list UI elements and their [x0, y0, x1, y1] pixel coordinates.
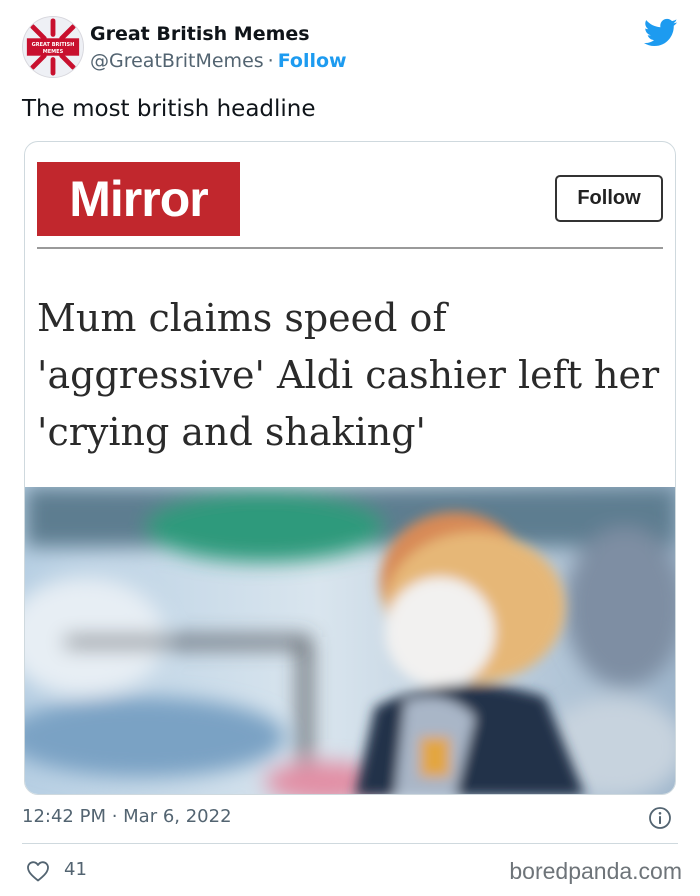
svg-text:MEMES: MEMES: [43, 49, 64, 55]
twitter-bird-icon[interactable]: [644, 18, 678, 48]
tweet-text: The most british headline: [22, 96, 316, 122]
embedded-article-card[interactable]: Mirror Follow Mum claims speed of 'aggre…: [24, 141, 676, 795]
info-icon[interactable]: [648, 806, 672, 830]
separator-dot: ·: [267, 50, 274, 72]
article-headline: Mum claims speed of 'aggressive' Aldi ca…: [37, 290, 667, 461]
display-name[interactable]: Great British Memes: [90, 23, 310, 45]
divider: [37, 247, 663, 249]
handle-row: @GreatBritMemes · Follow: [90, 50, 347, 72]
headline-line: 'aggressive' Aldi cashier left her: [37, 353, 660, 397]
headline-line: Mum claims speed of: [37, 296, 447, 340]
article-photo: [25, 487, 675, 794]
watermark: boredpanda.com: [509, 858, 682, 884]
heart-icon[interactable]: [26, 860, 50, 882]
svg-text:GREAT BRITISH: GREAT BRITISH: [32, 42, 75, 48]
mirror-follow-button[interactable]: Follow: [555, 175, 663, 222]
divider: [22, 843, 678, 844]
mirror-logo: Mirror: [37, 162, 240, 236]
like-count: 41: [64, 859, 87, 880]
user-handle[interactable]: @GreatBritMemes: [90, 50, 264, 72]
mirror-logo-text: Mirror: [69, 171, 208, 227]
union-flag-logo: GREAT BRITISH MEMES: [23, 17, 83, 77]
follow-button[interactable]: Follow: [278, 50, 347, 72]
headline-line: 'crying and shaking': [37, 410, 426, 454]
tweet-header: GREAT BRITISH MEMES Great British Memes …: [22, 14, 682, 84]
blurred-cashier-image: [25, 487, 675, 794]
avatar[interactable]: GREAT BRITISH MEMES: [22, 16, 84, 78]
tweet-timestamp[interactable]: 12:42 PM · Mar 6, 2022: [22, 806, 232, 827]
